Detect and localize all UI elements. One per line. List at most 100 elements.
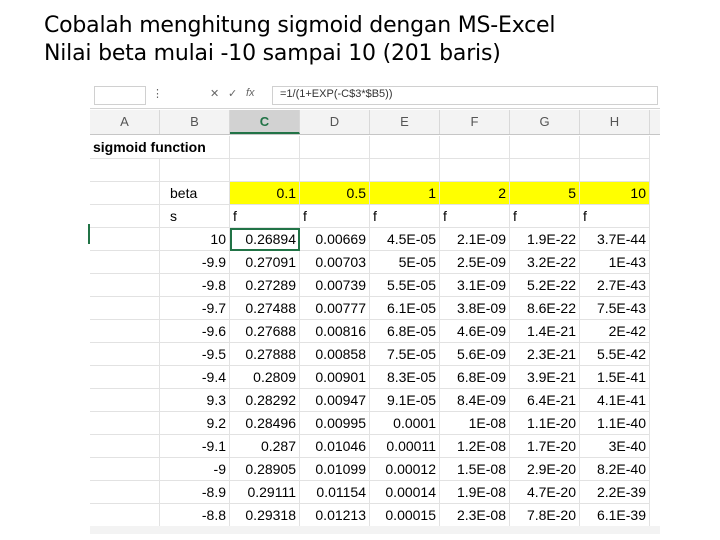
empty-cell[interactable] <box>90 504 160 527</box>
empty-cell[interactable] <box>90 343 160 366</box>
f-value-cell[interactable]: 6.1E-39 <box>580 504 650 527</box>
empty-cell[interactable] <box>300 159 370 182</box>
s-value-cell[interactable]: 9.3 <box>160 389 230 412</box>
f-value-cell[interactable]: 4.6E-09 <box>440 320 510 343</box>
f-value-cell[interactable]: 6.8E-09 <box>440 366 510 389</box>
f-value-cell[interactable]: 1E-08 <box>440 412 510 435</box>
f-value-cell[interactable]: 3E-40 <box>580 435 650 458</box>
column-header-b[interactable]: B <box>160 110 230 134</box>
f-value-cell[interactable]: 5.2E-22 <box>510 274 580 297</box>
f-label-cell[interactable]: f <box>300 205 370 228</box>
f-value-cell[interactable]: 3.8E-09 <box>440 297 510 320</box>
name-box[interactable] <box>94 86 146 105</box>
f-value-cell[interactable]: 0.00947 <box>300 389 370 412</box>
f-label-cell[interactable]: f <box>230 205 300 228</box>
f-value-cell[interactable]: 0.00858 <box>300 343 370 366</box>
f-value-cell[interactable]: 0.00011 <box>370 435 440 458</box>
f-value-cell[interactable]: 3.7E-44 <box>580 228 650 251</box>
empty-cell[interactable] <box>90 458 160 481</box>
f-value-cell[interactable]: 8.3E-05 <box>370 366 440 389</box>
s-value-cell[interactable]: -9.8 <box>160 274 230 297</box>
f-value-cell[interactable]: 0.00014 <box>370 481 440 504</box>
empty-cell[interactable] <box>90 274 160 297</box>
f-value-cell[interactable]: 6.1E-05 <box>370 297 440 320</box>
f-value-cell[interactable]: 1.9E-08 <box>440 481 510 504</box>
f-value-cell[interactable]: 7.5E-05 <box>370 343 440 366</box>
f-value-cell[interactable]: 1.5E-41 <box>580 366 650 389</box>
f-value-cell[interactable]: 9.1E-05 <box>370 389 440 412</box>
f-value-cell[interactable]: 8.6E-22 <box>510 297 580 320</box>
cancel-icon[interactable]: ✕ <box>210 87 219 100</box>
f-value-cell[interactable]: 0.28292 <box>230 389 300 412</box>
f-value-cell[interactable]: 0.01046 <box>300 435 370 458</box>
empty-cell[interactable] <box>580 136 650 159</box>
column-header-c[interactable]: C <box>230 110 300 134</box>
empty-cell[interactable] <box>370 136 440 159</box>
empty-cell[interactable] <box>90 297 160 320</box>
sheet-heading-cell[interactable]: sigmoid function <box>90 136 230 159</box>
f-value-cell[interactable]: 0.01099 <box>300 458 370 481</box>
empty-cell[interactable] <box>90 435 160 458</box>
empty-cell[interactable] <box>230 136 300 159</box>
f-value-cell[interactable]: 5.6E-09 <box>440 343 510 366</box>
beta-value-cell[interactable]: 0.1 <box>230 182 300 205</box>
f-value-cell[interactable]: 0.28496 <box>230 412 300 435</box>
empty-cell[interactable] <box>90 366 160 389</box>
f-value-cell[interactable]: 2.1E-09 <box>440 228 510 251</box>
s-value-cell[interactable]: -9.9 <box>160 251 230 274</box>
f-value-cell[interactable]: 7.5E-43 <box>580 297 650 320</box>
column-header-e[interactable]: E <box>370 110 440 134</box>
f-value-cell[interactable]: 0.27289 <box>230 274 300 297</box>
empty-cell[interactable] <box>90 481 160 504</box>
s-value-cell[interactable]: 9.2 <box>160 412 230 435</box>
column-header-h[interactable]: H <box>580 110 650 134</box>
f-value-cell[interactable]: 0.27888 <box>230 343 300 366</box>
s-value-cell[interactable]: -9.1 <box>160 435 230 458</box>
f-value-cell[interactable]: 0.27488 <box>230 297 300 320</box>
empty-cell[interactable] <box>510 136 580 159</box>
f-value-cell[interactable]: 0.0001 <box>370 412 440 435</box>
empty-cell[interactable] <box>440 159 510 182</box>
empty-cell[interactable] <box>160 159 230 182</box>
beta-value-cell[interactable]: 0.5 <box>300 182 370 205</box>
f-value-cell[interactable]: 4.7E-20 <box>510 481 580 504</box>
f-value-cell[interactable]: 0.00015 <box>370 504 440 527</box>
f-value-cell[interactable]: 0.01213 <box>300 504 370 527</box>
f-value-cell[interactable]: 0.00777 <box>300 297 370 320</box>
beta-value-cell[interactable]: 2 <box>440 182 510 205</box>
f-value-cell[interactable]: 1E-43 <box>580 251 650 274</box>
beta-value-cell[interactable]: 5 <box>510 182 580 205</box>
f-value-cell[interactable]: 5.5E-42 <box>580 343 650 366</box>
f-value-cell[interactable]: 2.3E-21 <box>510 343 580 366</box>
empty-cell[interactable] <box>90 228 160 251</box>
f-value-cell[interactable]: 0.28905 <box>230 458 300 481</box>
empty-cell[interactable] <box>90 205 160 228</box>
f-value-cell[interactable]: 0.29111 <box>230 481 300 504</box>
empty-cell[interactable] <box>90 320 160 343</box>
f-value-cell[interactable]: 0.287 <box>230 435 300 458</box>
f-value-cell[interactable]: 1.1E-20 <box>510 412 580 435</box>
empty-cell[interactable] <box>300 136 370 159</box>
f-value-cell[interactable]: 8.2E-40 <box>580 458 650 481</box>
function-icon[interactable]: fx <box>246 87 255 99</box>
f-value-cell[interactable]: 0.00901 <box>300 366 370 389</box>
f-value-cell[interactable]: 3.1E-09 <box>440 274 510 297</box>
f-value-cell[interactable]: 0.00995 <box>300 412 370 435</box>
f-value-cell[interactable]: 0.29318 <box>230 504 300 527</box>
f-value-cell[interactable]: 0.00669 <box>300 228 370 251</box>
beta-label-cell[interactable]: beta <box>160 182 230 205</box>
f-value-cell[interactable]: 0.01154 <box>300 481 370 504</box>
f-value-cell[interactable]: 0.26894 <box>230 228 300 251</box>
empty-cell[interactable] <box>90 159 160 182</box>
f-label-cell[interactable]: f <box>580 205 650 228</box>
f-value-cell[interactable]: 2.2E-39 <box>580 481 650 504</box>
f-value-cell[interactable]: 0.00816 <box>300 320 370 343</box>
f-value-cell[interactable]: 1.9E-22 <box>510 228 580 251</box>
column-header-f[interactable]: F <box>440 110 510 134</box>
empty-cell[interactable] <box>510 159 580 182</box>
f-value-cell[interactable]: 6.8E-05 <box>370 320 440 343</box>
f-label-cell[interactable]: f <box>510 205 580 228</box>
empty-cell[interactable] <box>230 159 300 182</box>
s-value-cell[interactable]: -9.5 <box>160 343 230 366</box>
f-value-cell[interactable]: 2.3E-08 <box>440 504 510 527</box>
